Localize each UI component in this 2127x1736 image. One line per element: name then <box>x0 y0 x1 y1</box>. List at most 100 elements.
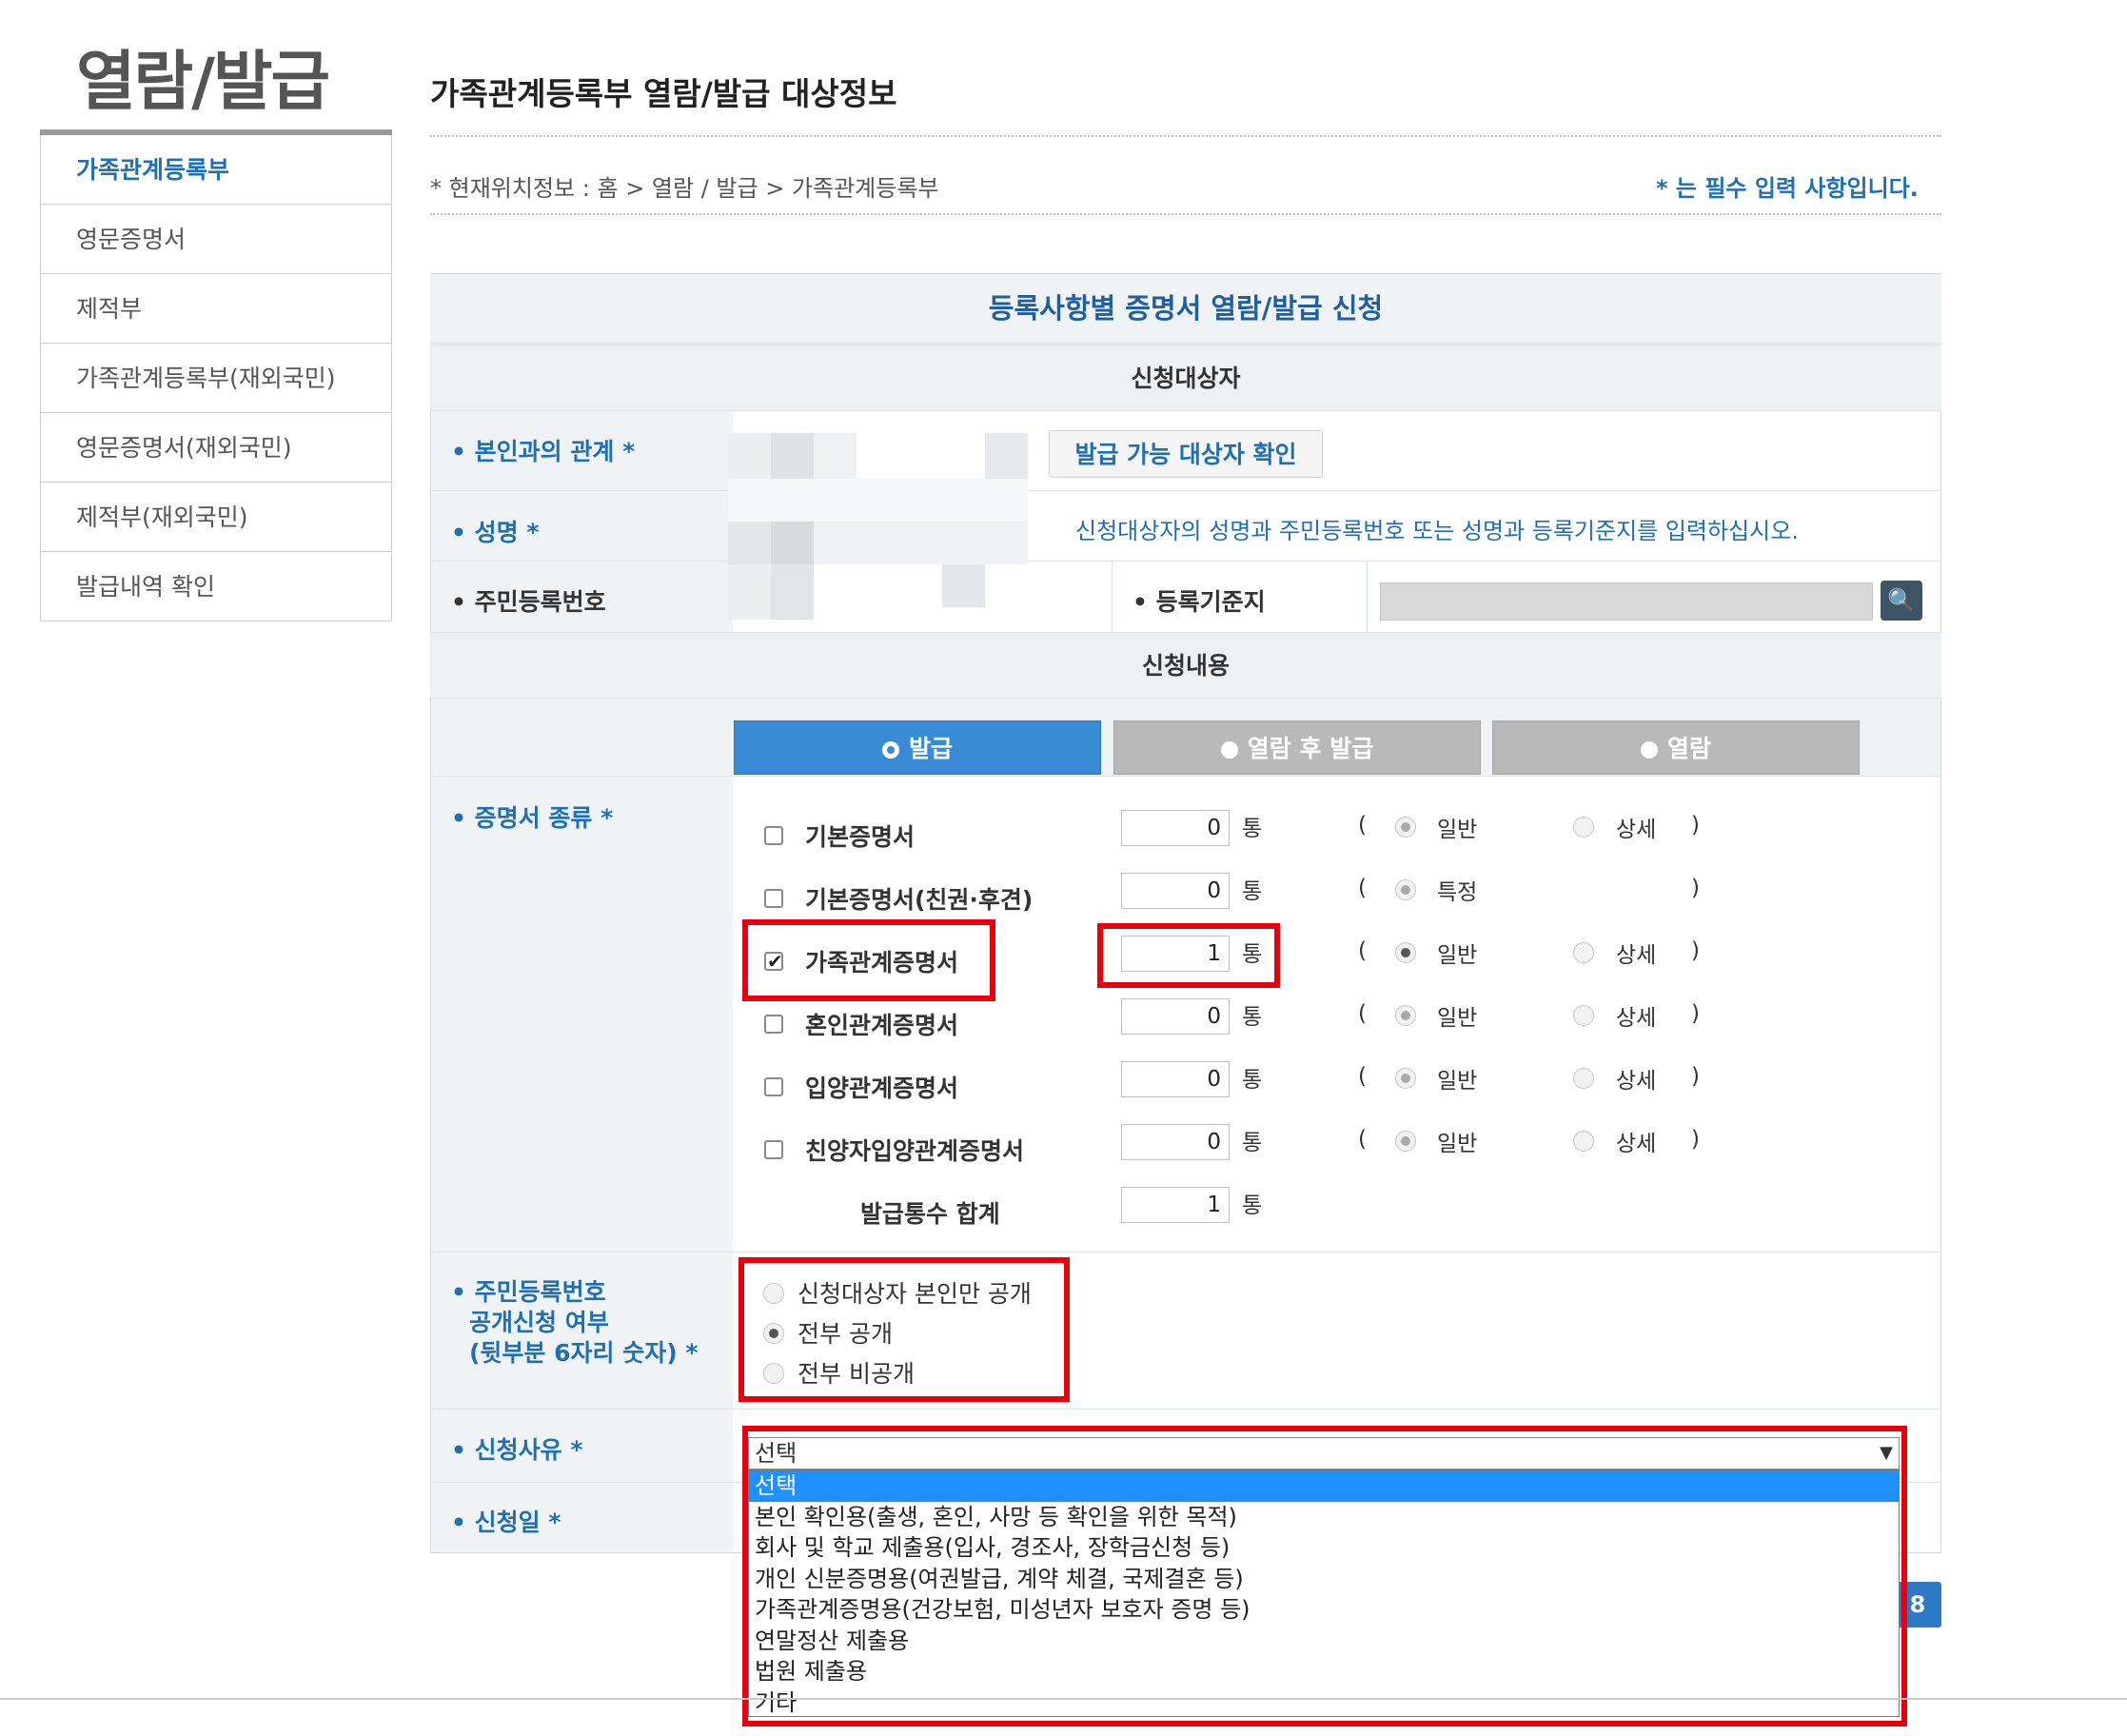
radio-all-private[interactable] <box>763 1363 784 1384</box>
option-label: 상세 <box>1616 1006 1657 1031</box>
cert-count-input[interactable]: 0 <box>1121 1124 1230 1160</box>
radio-general[interactable] <box>1395 942 1416 963</box>
sidebar-item-english-cert[interactable]: 영문증명서 <box>41 205 391 274</box>
breadcrumb: * 현재위치정보 : 홈 > 열람 / 발급 > 가족관계등록부 <box>430 175 939 202</box>
option-label: 일반 <box>1437 818 1478 842</box>
row-divider <box>430 776 1941 777</box>
total-count: 1 <box>1121 1187 1230 1223</box>
cert-checkbox[interactable] <box>764 1140 783 1159</box>
total-label: 발급통수 합계 <box>860 1200 1000 1228</box>
radio-detail[interactable] <box>1573 817 1594 838</box>
radio-general[interactable] <box>1395 817 1416 838</box>
unit-label: 통 <box>1242 1005 1263 1030</box>
name-label: • 성명 * <box>451 519 540 546</box>
cert-count-input[interactable]: 0 <box>1121 810 1230 846</box>
radio-detail[interactable] <box>1573 942 1594 963</box>
radio-all-public[interactable] <box>763 1323 784 1344</box>
option-label: 특정 <box>1437 880 1478 905</box>
sidebar-title: 열람/발급 <box>76 45 330 120</box>
disclosure-option: 전부 비공개 <box>798 1360 915 1388</box>
section-applicant-header: 신청대상자 <box>430 345 1941 411</box>
radio-self-only[interactable] <box>763 1283 784 1304</box>
radio-dot-icon <box>1640 741 1658 759</box>
tab-view-then-issue[interactable]: 열람 후 발급 <box>1113 720 1481 775</box>
tab-view[interactable]: 열람 <box>1492 720 1860 775</box>
applicant-hint: 신청대상자의 성명과 주민등록번호 또는 성명과 등록기준지를 입력하십시오. <box>1075 518 1799 544</box>
unit-label: 통 <box>1242 942 1263 967</box>
divider <box>430 213 1941 215</box>
form-title: 등록사항별 증명서 열람/발급 신청 <box>430 274 1941 344</box>
disclosure-label: 공개신청 여부 <box>469 1309 609 1336</box>
sidebar-item-issue-history[interactable]: 발급내역 확인 <box>41 552 391 621</box>
sidebar-item-removed-register[interactable]: 제적부 <box>41 274 391 344</box>
cert-checkbox[interactable] <box>764 826 783 845</box>
cert-checkbox[interactable] <box>764 1015 783 1034</box>
disclosure-option: 신청대상자 본인만 공개 <box>798 1280 1032 1308</box>
cert-name: 기본증명서 <box>805 823 916 851</box>
cert-count-input[interactable]: 1 <box>1121 936 1230 972</box>
cell-divider <box>1367 562 1368 632</box>
unit-label: 통 <box>1242 1194 1263 1218</box>
base-address-input[interactable] <box>1380 582 1873 621</box>
unit-label: 통 <box>1242 1068 1263 1093</box>
sidebar-item-removed-register-overseas[interactable]: 제적부(재외국민) <box>41 483 391 552</box>
option-label: 상세 <box>1616 1069 1657 1094</box>
disclosure-option: 전부 공개 <box>798 1320 893 1348</box>
tab-issue[interactable]: 발급 <box>734 720 1101 775</box>
sidebar-item-english-cert-overseas[interactable]: 영문증명서(재외국민) <box>41 413 391 483</box>
option-label: 일반 <box>1437 943 1478 968</box>
radio-detail[interactable] <box>1573 1131 1594 1152</box>
radio-detail[interactable] <box>1573 1005 1594 1026</box>
cert-count-input[interactable]: 0 <box>1121 998 1230 1035</box>
cert-name: 혼인관계증명서 <box>805 1012 959 1039</box>
option-label: 상세 <box>1616 818 1657 842</box>
divider <box>430 135 1941 137</box>
cert-checkbox[interactable] <box>764 1077 783 1096</box>
cert-checkbox[interactable] <box>764 889 783 908</box>
cert-count-input[interactable]: 0 <box>1121 1061 1230 1097</box>
base-address-label: • 등록기준지 <box>1132 588 1266 616</box>
paren: ( <box>1358 1127 1367 1152</box>
unit-label: 통 <box>1242 1131 1263 1155</box>
required-note: * 는 필수 입력 사항입니다. <box>1656 175 1919 202</box>
section-content-header: 신청내용 <box>430 632 1941 699</box>
footer-divider <box>0 1698 2127 1700</box>
disclosure-label: • 주민등록번호 <box>451 1278 606 1306</box>
radio-dot-icon <box>881 741 899 759</box>
relation-label: • 본인과의 관계 * <box>451 438 636 465</box>
radio-specific[interactable] <box>1395 879 1416 900</box>
paren: ) <box>1691 1001 1700 1026</box>
page-title: 가족관계등록부 열람/발급 대상정보 <box>430 75 897 112</box>
sidebar-item-family-register[interactable]: 가족관계등록부 <box>41 135 391 205</box>
radio-detail[interactable] <box>1573 1068 1594 1089</box>
radio-general[interactable] <box>1395 1068 1416 1089</box>
cert-name: 입양관계증명서 <box>805 1075 959 1102</box>
option-label: 상세 <box>1616 1132 1657 1156</box>
cert-name: 가족관계증명서 <box>805 949 959 976</box>
cert-type-label: • 증명서 종류 * <box>451 804 614 832</box>
search-icon[interactable]: 🔍 <box>1881 581 1922 621</box>
rrn-label: • 주민등록번호 <box>451 588 606 616</box>
radio-general[interactable] <box>1395 1005 1416 1026</box>
paren: ( <box>1358 876 1367 900</box>
paren: ( <box>1358 813 1367 838</box>
disclosure-label: (뒷부분 6자리 숫자) * <box>469 1339 699 1367</box>
paren: ( <box>1358 1064 1367 1089</box>
option-label: 상세 <box>1616 943 1657 968</box>
cert-count-input[interactable]: 0 <box>1121 873 1230 909</box>
cert-checkbox-checked[interactable] <box>764 950 783 973</box>
option-label: 일반 <box>1437 1132 1478 1156</box>
option-label: 일반 <box>1437 1069 1478 1094</box>
sidebar-nav: 가족관계등록부 영문증명서 제적부 가족관계등록부(재외국민) 영문증명서(재외… <box>40 135 392 621</box>
unit-label: 통 <box>1242 817 1263 841</box>
check-eligible-button[interactable]: 발급 가능 대상자 확인 <box>1049 430 1323 478</box>
redacted-input-area[interactable] <box>728 433 1075 623</box>
cert-name: 기본증명서(친권·후견) <box>805 886 1034 914</box>
radio-general[interactable] <box>1395 1131 1416 1152</box>
option-label: 일반 <box>1437 1006 1478 1031</box>
paren: ) <box>1691 938 1700 963</box>
row-divider <box>430 561 1941 562</box>
paren: ) <box>1691 813 1700 838</box>
radio-dot-icon <box>1220 741 1238 759</box>
sidebar-item-family-register-overseas[interactable]: 가족관계등록부(재외국민) <box>41 344 391 413</box>
